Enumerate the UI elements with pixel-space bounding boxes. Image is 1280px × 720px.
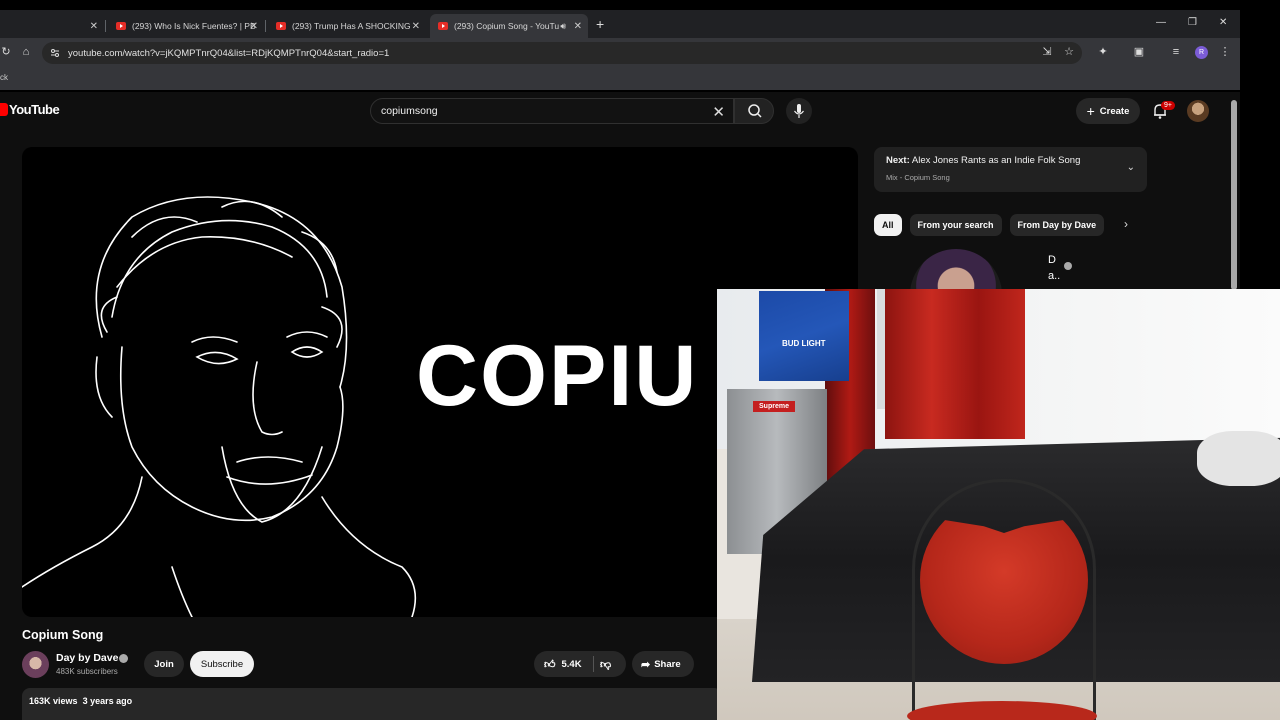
filter-chips: All From your search From Day by Dave bbox=[874, 214, 1105, 236]
chip-all[interactable]: All bbox=[874, 214, 902, 236]
youtube-favicon-icon bbox=[116, 22, 126, 30]
plus-icon: + bbox=[1086, 103, 1095, 119]
reload-icon[interactable]: ↻ bbox=[0, 46, 12, 58]
notification-badge: 9+ bbox=[1161, 101, 1175, 110]
channel-name[interactable]: Day by Dave bbox=[56, 652, 118, 664]
youtube-logo[interactable]: YouTube bbox=[0, 102, 60, 117]
share-button[interactable]: ➦ Share bbox=[632, 651, 694, 677]
youtube-logo-text: YouTube bbox=[9, 102, 60, 117]
webcam-box-label: BUD LIGHT bbox=[782, 339, 826, 348]
chevron-right-icon[interactable]: › bbox=[1124, 217, 1128, 231]
create-label: Create bbox=[1099, 105, 1130, 117]
close-window-icon[interactable]: ✕ bbox=[1219, 17, 1227, 28]
tab-4-title: (293) Copium Song - YouTu bbox=[454, 21, 560, 31]
tab-2-close-icon[interactable]: ✕ bbox=[250, 21, 258, 32]
search-input[interactable]: copiumsong ✕ bbox=[370, 98, 734, 124]
browser-toolbar: ↻ ⌂ youtube.com/watch?v=jKQMPTnrQ04&list… bbox=[0, 38, 1240, 68]
upload-age: 3 years ago bbox=[82, 696, 133, 706]
subscriber-count: 483K subscribers bbox=[56, 667, 118, 676]
tab-1-close-icon[interactable]: ✕ bbox=[90, 21, 98, 32]
chip-from-channel[interactable]: From Day by Dave bbox=[1009, 214, 1105, 236]
voice-search-button[interactable] bbox=[786, 98, 812, 124]
like-divider bbox=[593, 656, 594, 672]
youtube-favicon-icon bbox=[276, 22, 286, 30]
recommended-channel-name[interactable]: Da.. bbox=[1048, 252, 1060, 284]
youtube-favicon-icon bbox=[438, 22, 448, 30]
clear-search-icon[interactable]: ✕ bbox=[712, 103, 725, 121]
tab-3-title: (293) Trump Has A SHOCKING bbox=[292, 21, 411, 31]
browser-tab-4-active[interactable]: (293) Copium Song - YouTu 🔊︎ ✕ bbox=[430, 14, 588, 38]
like-dislike-pill[interactable]: 👍︎ 5.4K 👎︎ bbox=[534, 651, 626, 677]
thumbs-down-icon[interactable]: 👎︎ bbox=[600, 658, 611, 671]
browser-tab-strip: ✕ (293) Who Is Nick Fuentes? | PB ✕ (293… bbox=[0, 10, 1240, 38]
webcam-pillow bbox=[1197, 431, 1280, 486]
bookmarks-bar: ck bbox=[0, 68, 1240, 90]
browser-menu-icon[interactable]: ⋮ bbox=[1219, 46, 1231, 58]
reco-name-line-1: D bbox=[1048, 254, 1056, 266]
address-bar[interactable]: youtube.com/watch?v=jKQMPTnrQ04&list=RDj… bbox=[42, 42, 1082, 64]
split-view-icon[interactable]: ▣ bbox=[1133, 46, 1145, 58]
tab-2-title: (293) Who Is Nick Fuentes? | PB bbox=[132, 21, 256, 31]
like-count: 5.4K bbox=[561, 658, 582, 670]
extensions-icon[interactable]: ✦ bbox=[1097, 46, 1109, 58]
install-app-icon[interactable]: ⇲ bbox=[1041, 46, 1053, 58]
media-queue-icon[interactable]: ≡ bbox=[1170, 46, 1182, 58]
profile-avatar[interactable]: R bbox=[1195, 46, 1208, 59]
chip-from-your-search[interactable]: From your search bbox=[909, 214, 1002, 236]
description-box[interactable]: 163K views 3 years ago bbox=[22, 688, 722, 720]
verified-check-icon bbox=[1064, 262, 1072, 270]
join-button[interactable]: Join bbox=[144, 651, 184, 677]
page-scrollbar[interactable] bbox=[1231, 100, 1237, 290]
thumbs-up-icon[interactable]: 👍︎ bbox=[544, 658, 556, 671]
webcam-overlay: Supreme BUD LIGHT bbox=[717, 289, 1280, 720]
home-icon[interactable]: ⌂ bbox=[20, 46, 32, 58]
verified-check-icon bbox=[119, 654, 128, 663]
subscribe-button[interactable]: Subscribe bbox=[190, 651, 254, 677]
url-text: youtube.com/watch?v=jKQMPTnrQ04&list=RDj… bbox=[68, 47, 390, 59]
tab-3-close-icon[interactable]: ✕ bbox=[412, 21, 420, 32]
next-prefix: Next: bbox=[886, 155, 910, 166]
tab-4-close-icon[interactable]: ✕ bbox=[574, 21, 582, 32]
wojak-drawing bbox=[22, 196, 417, 617]
new-tab-button[interactable]: + bbox=[596, 16, 604, 32]
minimize-icon[interactable]: — bbox=[1156, 17, 1166, 28]
screen-edge bbox=[1240, 0, 1280, 290]
chevron-down-icon[interactable]: ⌄ bbox=[1127, 162, 1135, 173]
mix-subtitle: Mix - Copium Song bbox=[886, 173, 950, 182]
view-count: 163K views bbox=[29, 696, 78, 706]
channel-avatar[interactable] bbox=[22, 651, 49, 678]
bookmark-item[interactable]: ck bbox=[0, 73, 8, 82]
tab-separator bbox=[265, 20, 266, 32]
search-button[interactable] bbox=[734, 98, 774, 124]
site-info-icon[interactable] bbox=[50, 48, 60, 58]
video-title: Copium Song bbox=[22, 628, 104, 642]
browser-tab-2[interactable]: (293) Who Is Nick Fuentes? | PB ✕ bbox=[108, 14, 264, 38]
up-next-panel[interactable]: Next: Alex Jones Rants as an Indie Folk … bbox=[874, 147, 1147, 192]
browser-tab-1[interactable]: ✕ bbox=[0, 14, 104, 38]
share-label: Share bbox=[654, 658, 681, 670]
share-arrow-icon: ➦ bbox=[641, 658, 651, 671]
webcam-fridge-sticker: Supreme bbox=[753, 401, 795, 412]
browser-tab-3[interactable]: (293) Trump Has A SHOCKING ✕ bbox=[268, 14, 426, 38]
next-video-title: Alex Jones Rants as an Indie Folk Song bbox=[911, 155, 1081, 166]
video-frame-title-text: COPIU bbox=[416, 328, 699, 424]
bookmark-star-icon[interactable]: ☆ bbox=[1063, 46, 1075, 58]
search-value: copiumsong bbox=[381, 105, 438, 117]
microphone-icon bbox=[794, 104, 804, 118]
tab-separator bbox=[105, 20, 106, 32]
webcam-beer-box bbox=[759, 291, 849, 381]
youtube-play-logo-icon bbox=[0, 103, 8, 116]
reco-name-line-2: a.. bbox=[1048, 270, 1061, 282]
webcam-curtain-right bbox=[885, 289, 1025, 439]
account-avatar[interactable] bbox=[1187, 100, 1209, 122]
restore-icon[interactable]: ❐ bbox=[1188, 17, 1197, 28]
search-icon bbox=[748, 104, 762, 118]
speaker-icon[interactable]: 🔊︎ bbox=[560, 21, 566, 32]
create-button[interactable]: + Create bbox=[1076, 98, 1140, 124]
